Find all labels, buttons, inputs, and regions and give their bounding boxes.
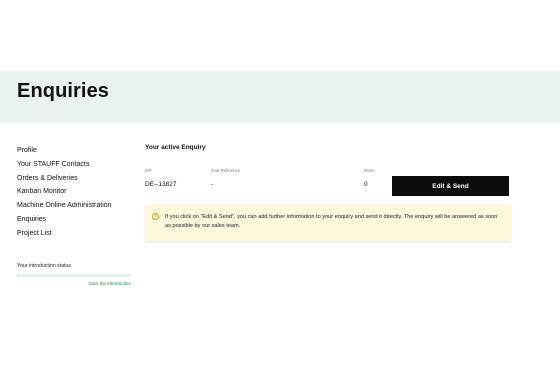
sidebar-item-orders[interactable]: Orders & Deliveries [17, 172, 132, 186]
edit-and-send-button[interactable]: Edit & Send [392, 176, 509, 196]
page-header: Enquiries [0, 71, 560, 123]
sidebar-item-kanban[interactable]: Kanban Monitor [17, 185, 132, 199]
introduction-progress-bar [17, 274, 131, 277]
page-title: Enquiries [17, 80, 110, 102]
introduction-status-label: Your introduction status [17, 263, 72, 269]
sidebar-nav: Profile Your STAUFF Contacts Orders & De… [17, 144, 132, 241]
column-header-items: Items [364, 168, 375, 173]
notice-text: If you click on "Edit & Send", you can a… [165, 214, 498, 229]
introduction-status: Your introduction status Start the intro… [17, 263, 131, 286]
column-header-reference: Your Reference [211, 168, 240, 173]
sidebar-item-profile[interactable]: Profile [17, 144, 132, 158]
section-title: Your active Enquiry [145, 144, 206, 151]
start-introduction-link[interactable]: Start the introduction [17, 281, 131, 286]
column-header-id: ID# [145, 168, 152, 173]
enquiry-items-count: 0 [364, 181, 368, 188]
info-icon: i [152, 213, 159, 220]
enquiry-reference: - [211, 181, 214, 188]
active-enquiry-section: Your active Enquiry ID# Your Reference I… [145, 144, 511, 241]
sidebar-item-machine-online[interactable]: Machine Online Administration [17, 199, 132, 213]
sidebar-item-project-list[interactable]: Project List [17, 227, 132, 241]
info-notice: i If you click on "Edit & Send", you can… [145, 205, 511, 241]
enquiry-id: DE--13827 [145, 181, 177, 188]
sidebar-item-contacts[interactable]: Your STAUFF Contacts [17, 158, 132, 172]
sidebar-item-enquiries[interactable]: Enquiries [17, 213, 132, 227]
